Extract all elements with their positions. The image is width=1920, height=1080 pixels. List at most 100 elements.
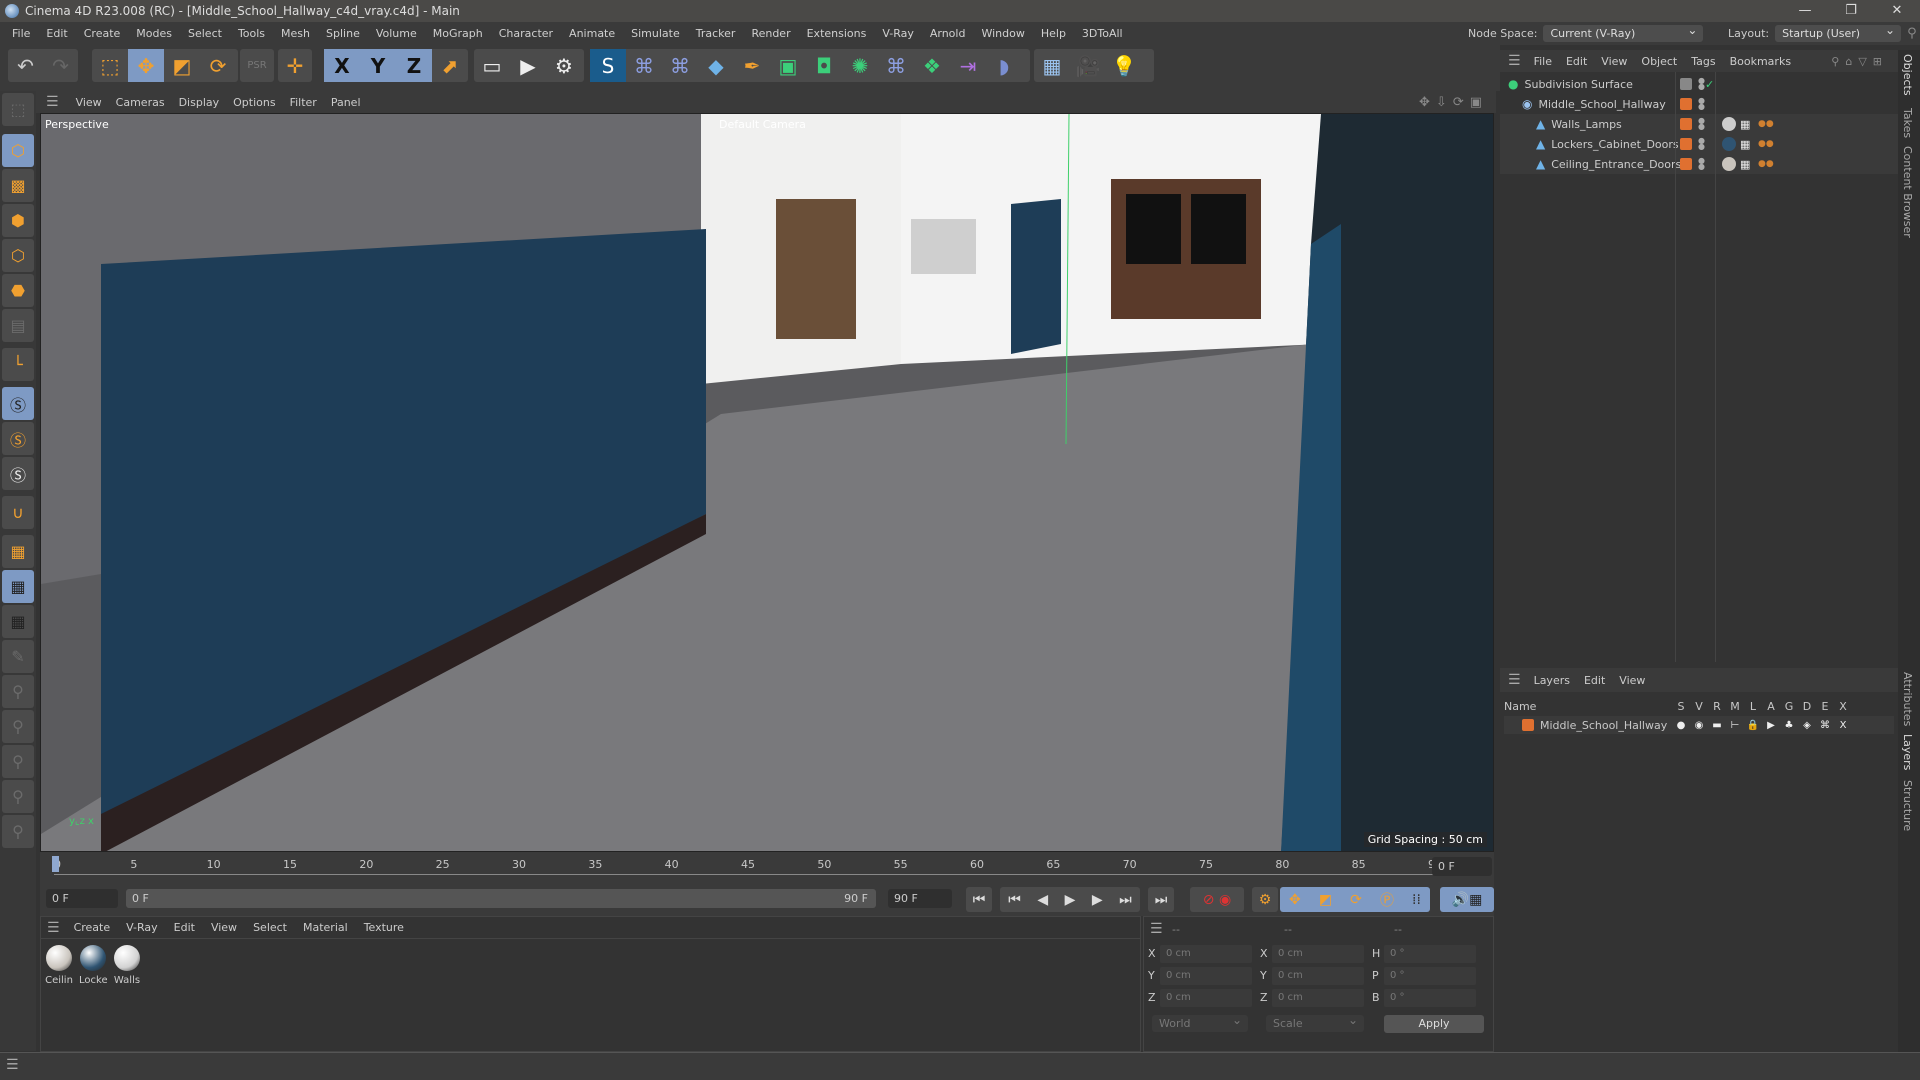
- layer-color-swatch[interactable]: [1522, 719, 1534, 731]
- coord-size-field[interactable]: 0 cm: [1272, 989, 1364, 1007]
- hamburger-icon[interactable]: ☰: [46, 94, 59, 110]
- object-row[interactable]: ◉ Middle_School_Hallway ● ●: [1500, 94, 1898, 114]
- tab-content-browser[interactable]: Content Browser: [1901, 146, 1914, 238]
- viewport-menu-view[interactable]: View: [69, 96, 109, 109]
- material-menu-material[interactable]: Material: [295, 921, 356, 934]
- hamburger-icon[interactable]: ☰: [1150, 921, 1163, 937]
- viewport-nav-icons[interactable]: ✥⇩⟳▣: [1419, 95, 1488, 110]
- tab-objects[interactable]: Objects: [1901, 54, 1914, 96]
- uv-mode-icon[interactable]: ▤: [2, 309, 34, 342]
- previous-key-icon[interactable]: ⏮: [1008, 892, 1021, 908]
- hamburger-icon[interactable]: ☰: [47, 920, 60, 936]
- coord-rot-field[interactable]: 0 °: [1384, 989, 1476, 1007]
- material-swatch[interactable]: Locke: [79, 945, 107, 986]
- points-mode-icon[interactable]: ⬢: [2, 204, 34, 237]
- object-manager-tools[interactable]: ⚲⌂▽⊞: [1831, 55, 1888, 68]
- menu-3dtoall[interactable]: 3DToAll: [1074, 27, 1131, 40]
- python-icon-2[interactable]: ⌘: [662, 49, 698, 82]
- workplane-align-icon[interactable]: ▦: [2, 605, 34, 638]
- tab-takes[interactable]: Takes: [1901, 108, 1914, 138]
- visibility-toggle[interactable]: [1680, 78, 1692, 90]
- tab-structure[interactable]: Structure: [1901, 780, 1914, 831]
- hamburger-icon[interactable]: ☰: [1508, 53, 1521, 69]
- material-tag-icon[interactable]: [1722, 137, 1736, 151]
- texture-mode-icon[interactable]: ▩: [2, 169, 34, 202]
- deformer-icon[interactable]: ◈: [1798, 720, 1816, 731]
- coord-rot-field[interactable]: 0 °: [1384, 967, 1476, 985]
- redo-icon[interactable]: ↷: [43, 49, 78, 82]
- current-frame-field[interactable]: 0 F: [1432, 857, 1492, 876]
- restore-button[interactable]: ❐: [1828, 0, 1874, 22]
- pen-icon[interactable]: ✒: [734, 49, 770, 82]
- enabled-check-icon[interactable]: ✓: [1705, 78, 1714, 91]
- object-row[interactable]: ▲ Lockers_Cabinet_Doors ● ● ▦ ●●: [1500, 134, 1898, 154]
- expression-icon[interactable]: ⌘: [1816, 720, 1834, 731]
- range-slider[interactable]: 0 F 90 F: [126, 889, 876, 908]
- menu-select[interactable]: Select: [180, 27, 230, 40]
- tab-layers[interactable]: Layers: [1901, 734, 1914, 770]
- cube-icon[interactable]: ◆: [698, 49, 734, 82]
- object-row[interactable]: ● Subdivision Surface ✓ ● ●: [1500, 74, 1898, 94]
- previous-frame-icon[interactable]: ◀: [1037, 892, 1048, 908]
- end-frame-field[interactable]: 90 F: [888, 889, 952, 908]
- edges-mode-icon[interactable]: ⬡: [2, 239, 34, 272]
- layer-row[interactable]: Middle_School_Hallway ● ◉ ▬ ⊢ 🔒 ▶ ♣ ◈ ⌘ X: [1504, 716, 1894, 734]
- menu-arnold[interactable]: Arnold: [922, 27, 974, 40]
- coord-size-field[interactable]: 0 cm: [1272, 945, 1364, 963]
- menu-window[interactable]: Window: [973, 27, 1032, 40]
- close-button[interactable]: ✕: [1874, 0, 1920, 22]
- object-menu-view[interactable]: View: [1594, 55, 1634, 68]
- render-settings-icon[interactable]: ⚙: [546, 49, 582, 82]
- go-to-start-icon[interactable]: ⏮: [966, 887, 992, 912]
- snap-icon[interactable]: Ⓢ: [2, 387, 34, 420]
- material-swatch[interactable]: Walls: [113, 945, 141, 986]
- minimize-button[interactable]: —: [1782, 0, 1828, 22]
- coord-pos-field[interactable]: 0 cm: [1160, 945, 1252, 963]
- coord-pos-field[interactable]: 0 cm: [1160, 967, 1252, 985]
- material-menu-edit[interactable]: Edit: [166, 921, 203, 934]
- menu-volume[interactable]: Volume: [368, 27, 425, 40]
- pin-target-icon[interactable]: ⚲: [2, 675, 34, 708]
- workplane-icon[interactable]: ▦: [2, 535, 34, 568]
- coord-pos-field[interactable]: 0 cm: [1160, 989, 1252, 1007]
- layer-color-swatch[interactable]: [1680, 118, 1692, 130]
- undo-icon[interactable]: ↶: [8, 49, 43, 82]
- layer-menu-view[interactable]: View: [1612, 674, 1652, 687]
- layer-color-swatch[interactable]: [1680, 158, 1692, 170]
- xref-icon[interactable]: X: [1834, 720, 1852, 731]
- animation-icon[interactable]: ▶: [1762, 720, 1780, 731]
- material-menu-view[interactable]: View: [203, 921, 245, 934]
- go-to-end-icon[interactable]: ⏭: [1148, 887, 1174, 912]
- camera-icon[interactable]: 🎥: [1070, 49, 1106, 82]
- visibility-dots-icon[interactable]: ● ●: [1698, 97, 1705, 111]
- subdivision-icon[interactable]: ▣: [770, 49, 806, 82]
- tab-attributes[interactable]: Attributes: [1901, 672, 1914, 726]
- apply-button[interactable]: Apply: [1384, 1015, 1484, 1033]
- coord-size-field[interactable]: 0 cm: [1272, 967, 1364, 985]
- viewport-menu-options[interactable]: Options: [226, 96, 282, 109]
- object-row[interactable]: ▲ Ceiling_Entrance_Doors ● ● ▦ ●●: [1500, 154, 1898, 174]
- z-axis-icon[interactable]: Z: [396, 49, 432, 82]
- timeline-ruler[interactable]: 051015202530354045505560657075808590 0 F: [40, 852, 1494, 882]
- object-menu-bookmarks[interactable]: Bookmarks: [1723, 55, 1798, 68]
- viewport-3d[interactable]: Perspective Default Camera Grid Spacing …: [40, 113, 1494, 852]
- layer-color-swatch[interactable]: [1680, 138, 1692, 150]
- viewport-menu-display[interactable]: Display: [172, 96, 227, 109]
- y-axis-icon[interactable]: Y: [360, 49, 396, 82]
- manager-icon[interactable]: ⊢: [1726, 720, 1744, 731]
- vray-tag-icon[interactable]: ●●: [1758, 139, 1774, 149]
- menu-tracker[interactable]: Tracker: [688, 27, 744, 40]
- viewport-menu-filter[interactable]: Filter: [283, 96, 324, 109]
- hamburger-icon[interactable]: ☰: [1508, 672, 1521, 688]
- menu-character[interactable]: Character: [491, 27, 561, 40]
- material-menu-v-ray[interactable]: V-Ray: [118, 921, 166, 934]
- layer-menu-edit[interactable]: Edit: [1577, 674, 1612, 687]
- snap-settings-icon[interactable]: Ⓢ: [2, 422, 34, 455]
- menu-render[interactable]: Render: [743, 27, 798, 40]
- workplane-snap-icon[interactable]: Ⓢ: [2, 457, 34, 490]
- layout-dropdown[interactable]: Startup (User): [1775, 22, 1902, 42]
- pin-paint-icon[interactable]: ⚲: [2, 710, 34, 743]
- material-tag-icon[interactable]: [1722, 157, 1736, 171]
- cloner-icon[interactable]: ✺: [842, 49, 878, 82]
- menu-help[interactable]: Help: [1033, 27, 1074, 40]
